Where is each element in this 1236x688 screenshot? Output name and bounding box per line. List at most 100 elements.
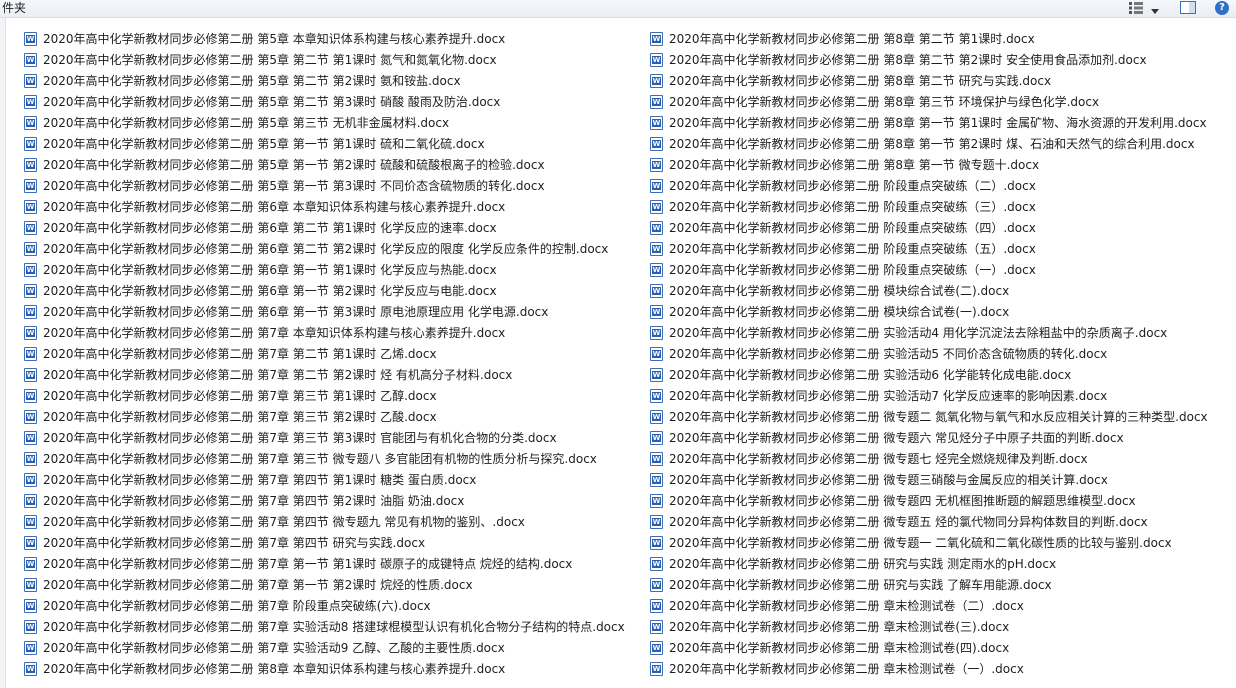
file-item[interactable]: 2020年高中化学新教材同步必修第二册 第8章 本章知识体系构建与核心素养提升.… [21, 658, 631, 679]
file-item[interactable]: 2020年高中化学新教材同步必修第二册 第7章 第四节 第2课时 油脂 奶油.d… [21, 490, 631, 511]
file-item[interactable]: 2020年高中化学新教材同步必修第二册 第7章 第三节 第2课时 乙酸.docx [21, 406, 631, 427]
file-name: 2020年高中化学新教材同步必修第二册 实验活动4 用化学沉淀法去除粗盐中的杂质… [669, 326, 1168, 340]
file-item[interactable]: 2020年高中化学新教材同步必修第二册 第5章 第一节 第3课时 不同价态含硫物… [21, 175, 631, 196]
file-item[interactable]: 2020年高中化学新教材同步必修第二册 研究与实践 测定雨水的pH.docx [647, 553, 1236, 574]
word-document-icon [24, 325, 37, 340]
file-item[interactable]: 2020年高中化学新教材同步必修第二册 实验活动4 用化学沉淀法去除粗盐中的杂质… [647, 322, 1236, 343]
file-name: 2020年高中化学新教材同步必修第二册 模块综合试卷(二).docx [669, 284, 1010, 298]
word-document-icon [650, 31, 663, 46]
file-item[interactable]: 2020年高中化学新教材同步必修第二册 第6章 第一节 第1课时 化学反应与热能… [21, 259, 631, 280]
word-document-icon [650, 325, 663, 340]
file-item[interactable]: 2020年高中化学新教材同步必修第二册 第7章 第三节 第1课时 乙醇.docx [21, 385, 631, 406]
file-item[interactable]: 2020年高中化学新教材同步必修第二册 阶段重点突破练（三）.docx [647, 196, 1236, 217]
file-item[interactable]: 2020年高中化学新教材同步必修第二册 第5章 第一节 第2课时 硫酸和硫酸根离… [21, 154, 631, 175]
file-name: 2020年高中化学新教材同步必修第二册 第7章 第四节 研究与实践.docx [43, 536, 426, 550]
file-item[interactable]: 2020年高中化学新教材同步必修第二册 研究与实践 了解车用能源.docx [647, 574, 1236, 595]
file-item[interactable]: 2020年高中化学新教材同步必修第二册 阶段重点突破练（一）.docx [647, 259, 1236, 280]
word-document-icon [650, 577, 663, 592]
file-item[interactable]: 2020年高中化学新教材同步必修第二册 微专题二 氮氧化物与氧气和水反应相关计算… [647, 406, 1236, 427]
word-document-icon [650, 73, 663, 88]
help-icon: ? [1215, 1, 1229, 15]
file-item[interactable]: 2020年高中化学新教材同步必修第二册 第7章 第一节 第2课时 烷烃的性质.d… [21, 574, 631, 595]
file-item[interactable]: 2020年高中化学新教材同步必修第二册 第7章 第二节 第2课时 烃 有机高分子… [21, 364, 631, 385]
file-item[interactable]: 2020年高中化学新教材同步必修第二册 第7章 第一节 第1课时 碳原子的成键特… [21, 553, 631, 574]
file-item[interactable]: 2020年高中化学新教材同步必修第二册 阶段重点突破练（五）.docx [647, 238, 1236, 259]
help-button[interactable]: ? [1212, 0, 1232, 16]
file-item[interactable]: 2020年高中化学新教材同步必修第二册 第7章 第四节 微专题九 常见有机物的鉴… [21, 511, 631, 532]
file-item[interactable]: 2020年高中化学新教材同步必修第二册 第6章 第一节 第2课时 化学反应与电能… [21, 280, 631, 301]
file-name: 2020年高中化学新教材同步必修第二册 第7章 第二节 第1课时 乙烯.docx [43, 347, 437, 361]
file-item[interactable]: 2020年高中化学新教材同步必修第二册 第7章 本章知识体系构建与核心素养提升.… [21, 322, 631, 343]
file-item[interactable]: 2020年高中化学新教材同步必修第二册 第8章 第一节 微专题十.docx [647, 154, 1236, 175]
file-item[interactable]: 2020年高中化学新教材同步必修第二册 章末检测试卷（一）.docx [647, 658, 1236, 679]
file-item[interactable]: 2020年高中化学新教材同步必修第二册 微专题六 常见烃分子中原子共面的判断.d… [647, 427, 1236, 448]
file-item[interactable]: 2020年高中化学新教材同步必修第二册 第8章 第二节 第2课时 安全使用食品添… [647, 49, 1236, 70]
file-item[interactable]: 2020年高中化学新教材同步必修第二册 实验活动7 化学反应速率的影响因素.do… [647, 385, 1236, 406]
word-document-icon [650, 115, 663, 130]
word-document-icon [650, 346, 663, 361]
file-item[interactable]: 2020年高中化学新教材同步必修第二册 微专题四 无机框图推断题的解题思维模型.… [647, 490, 1236, 511]
word-document-icon [650, 52, 663, 67]
chevron-down-icon [1151, 0, 1159, 18]
word-document-icon [24, 346, 37, 361]
file-name: 2020年高中化学新教材同步必修第二册 阶段重点突破练（四）.docx [669, 221, 1036, 235]
file-item[interactable]: 2020年高中化学新教材同步必修第二册 实验活动6 化学能转化成电能.docx [647, 364, 1236, 385]
file-name: 2020年高中化学新教材同步必修第二册 第7章 第一节 第2课时 烷烃的性质.d… [43, 578, 473, 592]
file-item[interactable]: 2020年高中化学新教材同步必修第二册 第8章 第一节 第1课时 金属矿物、海水… [647, 112, 1236, 133]
file-item[interactable]: 2020年高中化学新教材同步必修第二册 第5章 第三节 无机非金属材料.docx [21, 112, 631, 133]
word-document-icon [650, 304, 663, 319]
view-options-button[interactable] [1124, 0, 1164, 16]
file-item[interactable]: 2020年高中化学新教材同步必修第二册 第5章 第二节 第3课时 硝酸 酸雨及防… [21, 91, 631, 112]
file-item[interactable]: 2020年高中化学新教材同步必修第二册 第6章 第二节 第2课时 化学反应的限度… [21, 238, 631, 259]
file-item[interactable]: 2020年高中化学新教材同步必修第二册 第7章 实验活动8 搭建球棍模型认识有机… [21, 616, 631, 637]
file-item[interactable]: 2020年高中化学新教材同步必修第二册 第6章 本章知识体系构建与核心素养提升.… [21, 196, 631, 217]
file-item[interactable]: 2020年高中化学新教材同步必修第二册 阶段重点突破练（四）.docx [647, 217, 1236, 238]
file-item[interactable]: 2020年高中化学新教材同步必修第二册 第7章 第三节 第3课时 官能团与有机化… [21, 427, 631, 448]
word-document-icon [24, 577, 37, 592]
preview-pane-button[interactable] [1178, 0, 1198, 16]
word-document-icon [24, 94, 37, 109]
file-item[interactable]: 2020年高中化学新教材同步必修第二册 第7章 第四节 研究与实践.docx [21, 532, 631, 553]
file-item[interactable]: 2020年高中化学新教材同步必修第二册 微专题五 烃的氯代物同分异构体数目的判断… [647, 511, 1236, 532]
file-item[interactable]: 2020年高中化学新教材同步必修第二册 第6章 第二节 第1课时 化学反应的速率… [21, 217, 631, 238]
file-item[interactable]: 2020年高中化学新教材同步必修第二册 章末检测试卷（二）.docx [647, 595, 1236, 616]
file-item[interactable]: 2020年高中化学新教材同步必修第二册 第8章 第一节 第2课时 煤、石油和天然… [647, 133, 1236, 154]
word-document-icon [24, 409, 37, 424]
preview-pane-icon [1180, 0, 1196, 18]
file-name: 2020年高中化学新教材同步必修第二册 阶段重点突破练（五）.docx [669, 242, 1036, 256]
file-name: 2020年高中化学新教材同步必修第二册 第8章 第二节 第1课时.docx [669, 32, 1035, 46]
file-item[interactable]: 2020年高中化学新教材同步必修第二册 第7章 实验活动9 乙醇、乙酸的主要性质… [21, 637, 631, 658]
file-item[interactable]: 2020年高中化学新教材同步必修第二册 第5章 第一节 第1课时 硫和二氧化硫.… [21, 133, 631, 154]
word-document-icon [650, 430, 663, 445]
file-item[interactable]: 2020年高中化学新教材同步必修第二册 微专题一 二氧化硫和二氧化碳性质的比较与… [647, 532, 1236, 553]
file-item[interactable]: 2020年高中化学新教材同步必修第二册 微专题三硝酸与金属反应的相关计算.doc… [647, 469, 1236, 490]
file-item[interactable]: 2020年高中化学新教材同步必修第二册 第6章 第一节 第3课时 原电池原理应用… [21, 301, 631, 322]
file-item[interactable]: 2020年高中化学新教材同步必修第二册 第7章 第四节 第1课时 糖类 蛋白质.… [21, 469, 631, 490]
word-document-icon [650, 157, 663, 172]
file-item[interactable]: 2020年高中化学新教材同步必修第二册 第7章 第三节 微专题八 多官能团有机物… [21, 448, 631, 469]
file-name: 2020年高中化学新教材同步必修第二册 模块综合试卷(一).docx [669, 305, 1010, 319]
word-document-icon [24, 199, 37, 214]
file-item[interactable]: 2020年高中化学新教材同步必修第二册 实验活动5 不同价态含硫物质的转化.do… [647, 343, 1236, 364]
file-item[interactable]: 2020年高中化学新教材同步必修第二册 模块综合试卷(二).docx [647, 280, 1236, 301]
word-document-icon [650, 94, 663, 109]
file-item[interactable]: 2020年高中化学新教材同步必修第二册 阶段重点突破练（二）.docx [647, 175, 1236, 196]
file-item[interactable]: 2020年高中化学新教材同步必修第二册 第8章 第三节 环境保护与绿色化学.do… [647, 91, 1236, 112]
word-document-icon [650, 388, 663, 403]
word-document-icon [650, 178, 663, 193]
file-item[interactable]: 2020年高中化学新教材同步必修第二册 第5章 第二节 第1课时 氮气和氮氧化物… [21, 49, 631, 70]
file-item[interactable]: 2020年高中化学新教材同步必修第二册 微专题七 烃完全燃烧规律及判断.docx [647, 448, 1236, 469]
file-item[interactable]: 2020年高中化学新教材同步必修第二册 第7章 阶段重点突破练(六).docx [21, 595, 631, 616]
file-item[interactable]: 2020年高中化学新教材同步必修第二册 章末检测试卷(三).docx [647, 616, 1236, 637]
word-document-icon [650, 640, 663, 655]
word-document-icon [24, 262, 37, 277]
word-document-icon [24, 451, 37, 466]
file-item[interactable]: 2020年高中化学新教材同步必修第二册 第8章 第二节 研究与实践.docx [647, 70, 1236, 91]
file-item[interactable]: 2020年高中化学新教材同步必修第二册 章末检测试卷(四).docx [647, 637, 1236, 658]
file-item[interactable]: 2020年高中化学新教材同步必修第二册 第8章 第二节 第1课时.docx [647, 28, 1236, 49]
word-document-icon [24, 220, 37, 235]
file-item[interactable]: 2020年高中化学新教材同步必修第二册 第5章 第二节 第2课时 氨和铵盐.do… [21, 70, 631, 91]
file-item[interactable]: 2020年高中化学新教材同步必修第二册 第5章 本章知识体系构建与核心素养提升.… [21, 28, 631, 49]
file-item[interactable]: 2020年高中化学新教材同步必修第二册 第7章 第二节 第1课时 乙烯.docx [21, 343, 631, 364]
file-item[interactable]: 2020年高中化学新教材同步必修第二册 模块综合试卷(一).docx [647, 301, 1236, 322]
